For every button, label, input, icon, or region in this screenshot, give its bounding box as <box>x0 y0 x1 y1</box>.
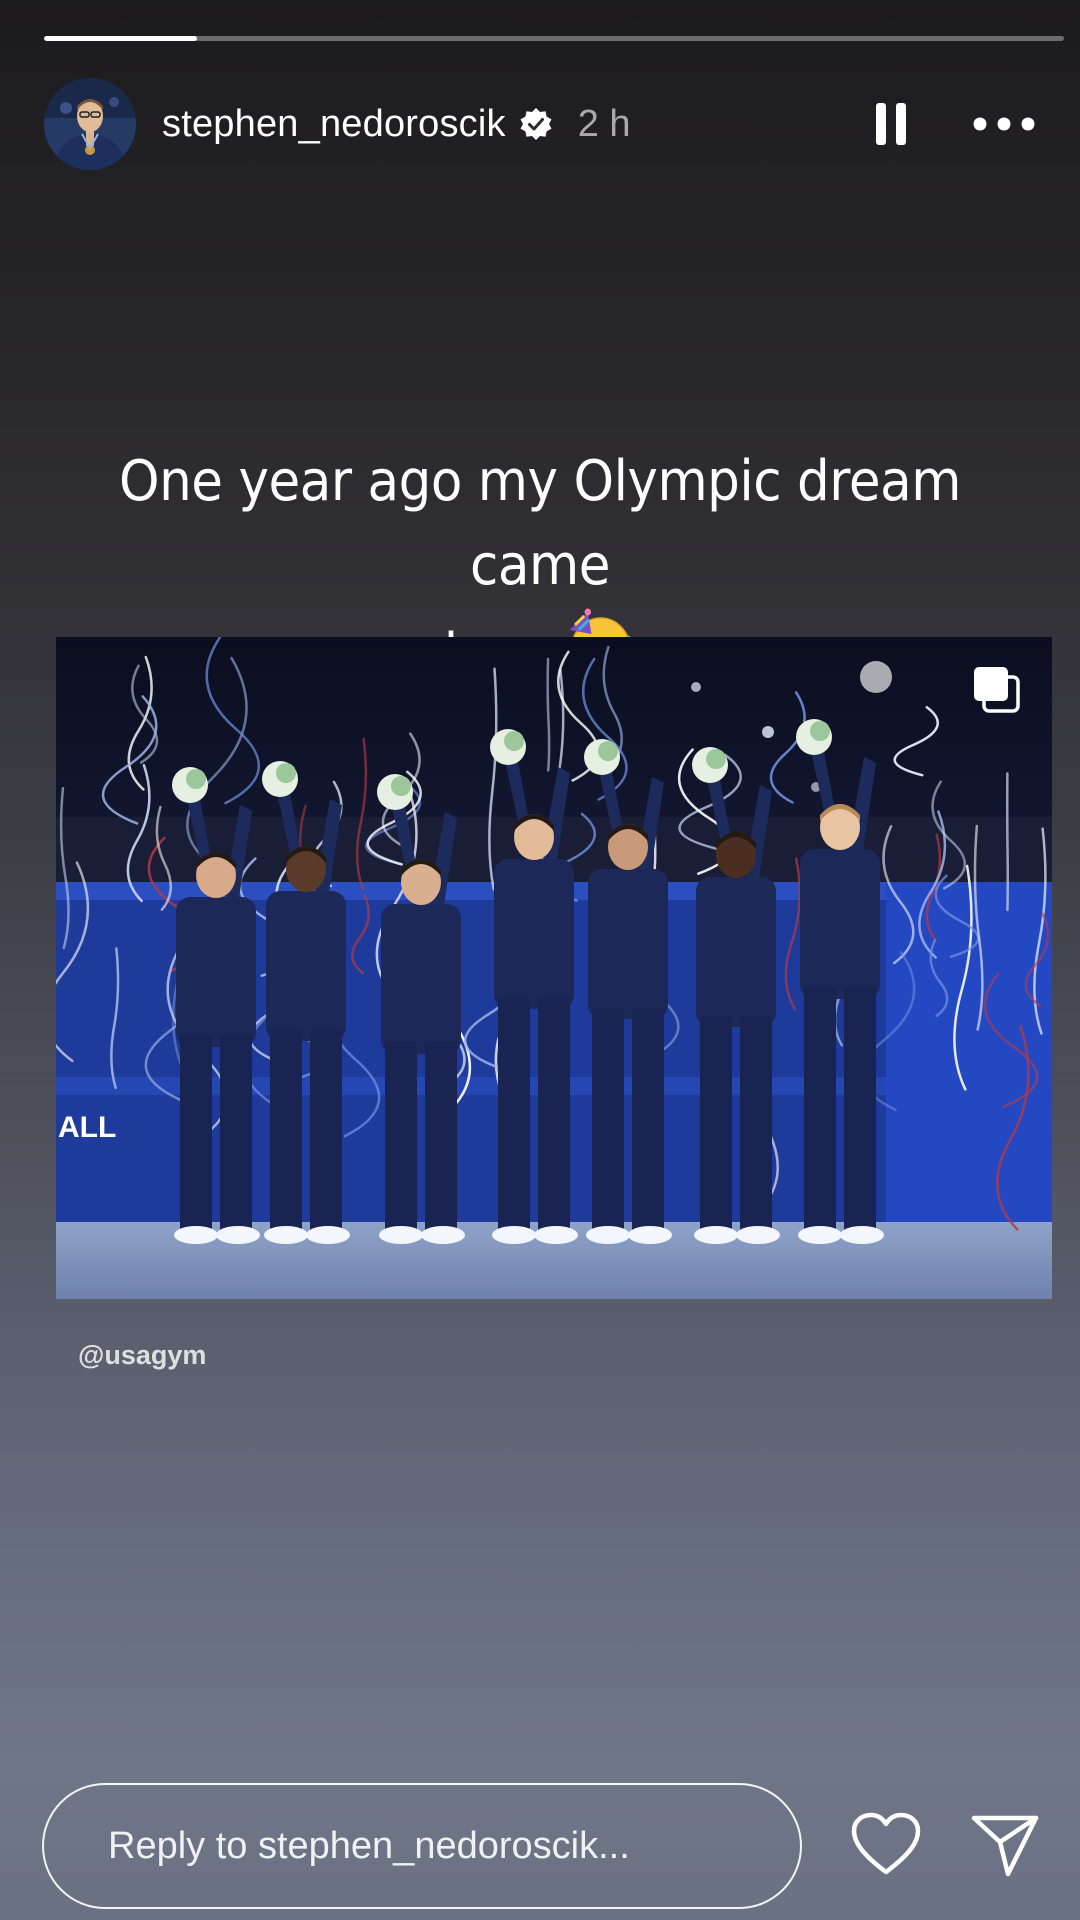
pause-button[interactable] <box>866 96 916 152</box>
more-options-button[interactable] <box>972 96 1036 152</box>
confetti-streamer <box>1005 772 1010 912</box>
heart-icon <box>851 1812 921 1875</box>
svg-text:ALL: ALL <box>58 1111 116 1144</box>
confetti-streamer <box>546 657 551 772</box>
more-horizontal-icon <box>973 117 1035 131</box>
verified-badge-icon <box>518 106 554 142</box>
send-icon <box>971 1815 1039 1877</box>
reply-field-container[interactable] <box>42 1783 802 1909</box>
story-header: stephen_nedoroscik 2 h <box>44 76 1036 172</box>
story-progress-track <box>44 36 1064 41</box>
avatar[interactable] <box>44 78 136 170</box>
pause-icon <box>876 103 906 145</box>
photo-credit[interactable]: @usagym <box>78 1340 206 1371</box>
story-photo[interactable]: ALL <box>56 637 1052 1299</box>
story-progress-fill <box>44 36 197 41</box>
reply-input[interactable] <box>106 1823 730 1869</box>
post-timestamp: 2 h <box>577 102 631 145</box>
send-button[interactable] <box>970 1812 1040 1878</box>
like-button[interactable] <box>850 1812 922 1878</box>
username[interactable]: stephen_nedoroscik <box>162 103 506 146</box>
